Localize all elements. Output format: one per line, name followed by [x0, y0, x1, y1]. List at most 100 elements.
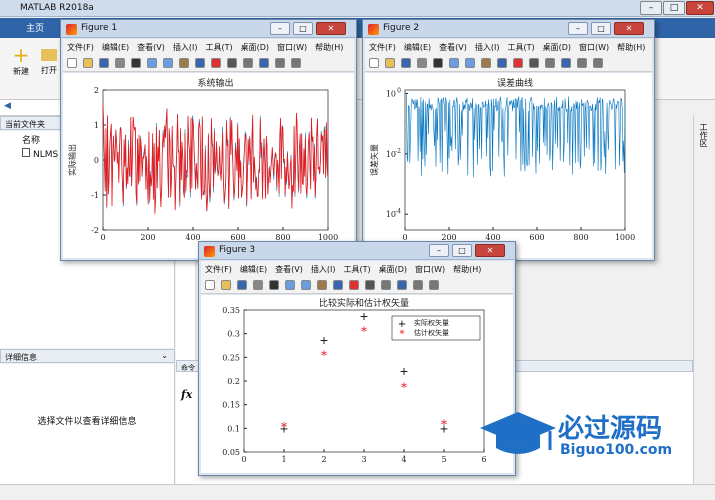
toolbar-tool-icon[interactable]: [211, 58, 221, 68]
menu-item[interactable]: 窗口(W): [273, 39, 311, 53]
menu-item[interactable]: 窗口(W): [575, 39, 613, 53]
toolbar-tool-icon[interactable]: [147, 58, 157, 68]
toolbar-tool-icon[interactable]: [497, 58, 507, 68]
toolbar-tool-icon[interactable]: [481, 58, 491, 68]
menu-item[interactable]: 工具(T): [201, 39, 236, 53]
toolbar-tool-icon[interactable]: [401, 58, 411, 68]
details-header: 详细信息 ⌄: [0, 349, 175, 363]
toolbar-tool-icon[interactable]: [397, 280, 407, 290]
workspace-tab[interactable]: 工作区: [698, 123, 709, 147]
minimize-button[interactable]: –: [429, 244, 449, 257]
toolbar-tool-icon[interactable]: [179, 58, 189, 68]
toolbar-tool-icon[interactable]: [237, 280, 247, 290]
toolbar-tool-icon[interactable]: [593, 58, 603, 68]
maximize-button[interactable]: □: [452, 244, 472, 257]
y-tick-label: 10: [386, 89, 396, 98]
toolbar-tool-icon[interactable]: [301, 280, 311, 290]
toolbar-tool-icon[interactable]: [115, 58, 125, 68]
menu-item[interactable]: 插入(I): [307, 261, 340, 275]
toolbar-tool-icon[interactable]: [227, 58, 237, 68]
toolbar-tool-icon[interactable]: [365, 280, 375, 290]
menu-item[interactable]: 查看(V): [133, 39, 169, 53]
menu-item[interactable]: 工具(T): [339, 261, 374, 275]
main-title-bar: MATLAB R2018a – □ ✕: [0, 0, 715, 17]
menu-item[interactable]: 查看(V): [271, 261, 307, 275]
maximize-button[interactable]: □: [591, 22, 611, 35]
chevron-down-icon[interactable]: ⌄: [161, 351, 168, 360]
toolbar-tool-icon[interactable]: [333, 280, 343, 290]
menu-item[interactable]: 桌面(D): [375, 261, 411, 275]
toolbar-tool-icon[interactable]: [513, 58, 523, 68]
minimize-button[interactable]: –: [568, 22, 588, 35]
menu-item[interactable]: 文件(F): [201, 261, 236, 275]
toolbar-tool-icon[interactable]: [291, 58, 301, 68]
menu-item[interactable]: 编辑(E): [400, 39, 435, 53]
toolbar-tool-icon[interactable]: [83, 58, 93, 68]
list-item[interactable]: NLMS: [22, 148, 58, 160]
toolbar-tool-icon[interactable]: [413, 280, 423, 290]
menu-item[interactable]: 插入(I): [169, 39, 202, 53]
toolbar-tool-icon[interactable]: [259, 58, 269, 68]
close-button[interactable]: ✕: [686, 1, 714, 15]
menu-item[interactable]: 帮助(H): [311, 39, 347, 53]
toolbar-tool-icon[interactable]: [131, 58, 141, 68]
menu-item[interactable]: 插入(I): [471, 39, 504, 53]
toolbar-tool-icon[interactable]: [275, 58, 285, 68]
toolbar-tool-icon[interactable]: [221, 280, 231, 290]
toolbar-tool-icon[interactable]: [429, 280, 439, 290]
open-button[interactable]: 打开: [36, 44, 62, 76]
x-tick-label: 4: [401, 455, 406, 464]
toolbar-tool-icon[interactable]: [349, 280, 359, 290]
new-button[interactable]: + 新建: [8, 44, 34, 77]
toolbar-tool-icon[interactable]: [163, 58, 173, 68]
toolbar-tool-icon[interactable]: [545, 58, 555, 68]
menu-item[interactable]: 帮助(H): [449, 261, 485, 275]
toolbar-tool-icon[interactable]: [465, 58, 475, 68]
toolbar-tool-icon[interactable]: [561, 58, 571, 68]
toolbar-tool-icon[interactable]: [529, 58, 539, 68]
close-button[interactable]: ✕: [614, 22, 644, 35]
toolbar-tool-icon[interactable]: [381, 280, 391, 290]
toolbar-tool-icon[interactable]: [243, 58, 253, 68]
toolbar-tool-icon[interactable]: [285, 280, 295, 290]
toolbar-tool-icon[interactable]: [577, 58, 587, 68]
toolbar-tool-icon[interactable]: [385, 58, 395, 68]
toolbar-tool-icon[interactable]: [99, 58, 109, 68]
toolbar-tool-icon[interactable]: [205, 280, 215, 290]
menu-item[interactable]: 编辑(E): [236, 261, 271, 275]
toolbar-tool-icon[interactable]: [449, 58, 459, 68]
y-tick-label: 0.3: [227, 330, 240, 339]
menu-item[interactable]: 桌面(D): [539, 39, 575, 53]
toolbar-tool-icon[interactable]: [433, 58, 443, 68]
minimize-button[interactable]: –: [270, 22, 290, 35]
toolbar-tool-icon[interactable]: [369, 58, 379, 68]
toolbar-tool-icon[interactable]: [67, 58, 77, 68]
matlab-logo-icon: [66, 24, 77, 35]
menu-item[interactable]: 窗口(W): [411, 261, 449, 275]
minimize-button[interactable]: –: [640, 1, 662, 15]
fig1-title: 系统输出: [197, 77, 233, 89]
maximize-button[interactable]: □: [663, 1, 685, 15]
menu-item[interactable]: 编辑(E): [98, 39, 133, 53]
menu-item[interactable]: 文件(F): [63, 39, 98, 53]
y-tick-label: 0.2: [227, 377, 240, 386]
close-button[interactable]: ✕: [316, 22, 346, 35]
name-column-header[interactable]: 名称: [22, 133, 40, 146]
tab-home[interactable]: 主页: [4, 20, 66, 38]
menu-item[interactable]: 工具(T): [503, 39, 538, 53]
folder-icon: [41, 49, 57, 61]
menu-item[interactable]: 查看(V): [435, 39, 471, 53]
maximize-button[interactable]: □: [293, 22, 313, 35]
toolbar-tool-icon[interactable]: [317, 280, 327, 290]
menu-item[interactable]: 帮助(H): [613, 39, 649, 53]
toolbar-tool-icon[interactable]: [195, 58, 205, 68]
data-point: *: [361, 324, 367, 338]
toolbar-tool-icon[interactable]: [269, 280, 279, 290]
toolbar-tool-icon[interactable]: [253, 280, 263, 290]
y-tick-label: 0.1: [227, 424, 240, 433]
back-arrow-icon[interactable]: ◀: [4, 101, 11, 111]
toolbar-tool-icon[interactable]: [417, 58, 427, 68]
close-button[interactable]: ✕: [475, 244, 505, 257]
menu-item[interactable]: 桌面(D): [237, 39, 273, 53]
menu-item[interactable]: 文件(F): [365, 39, 400, 53]
